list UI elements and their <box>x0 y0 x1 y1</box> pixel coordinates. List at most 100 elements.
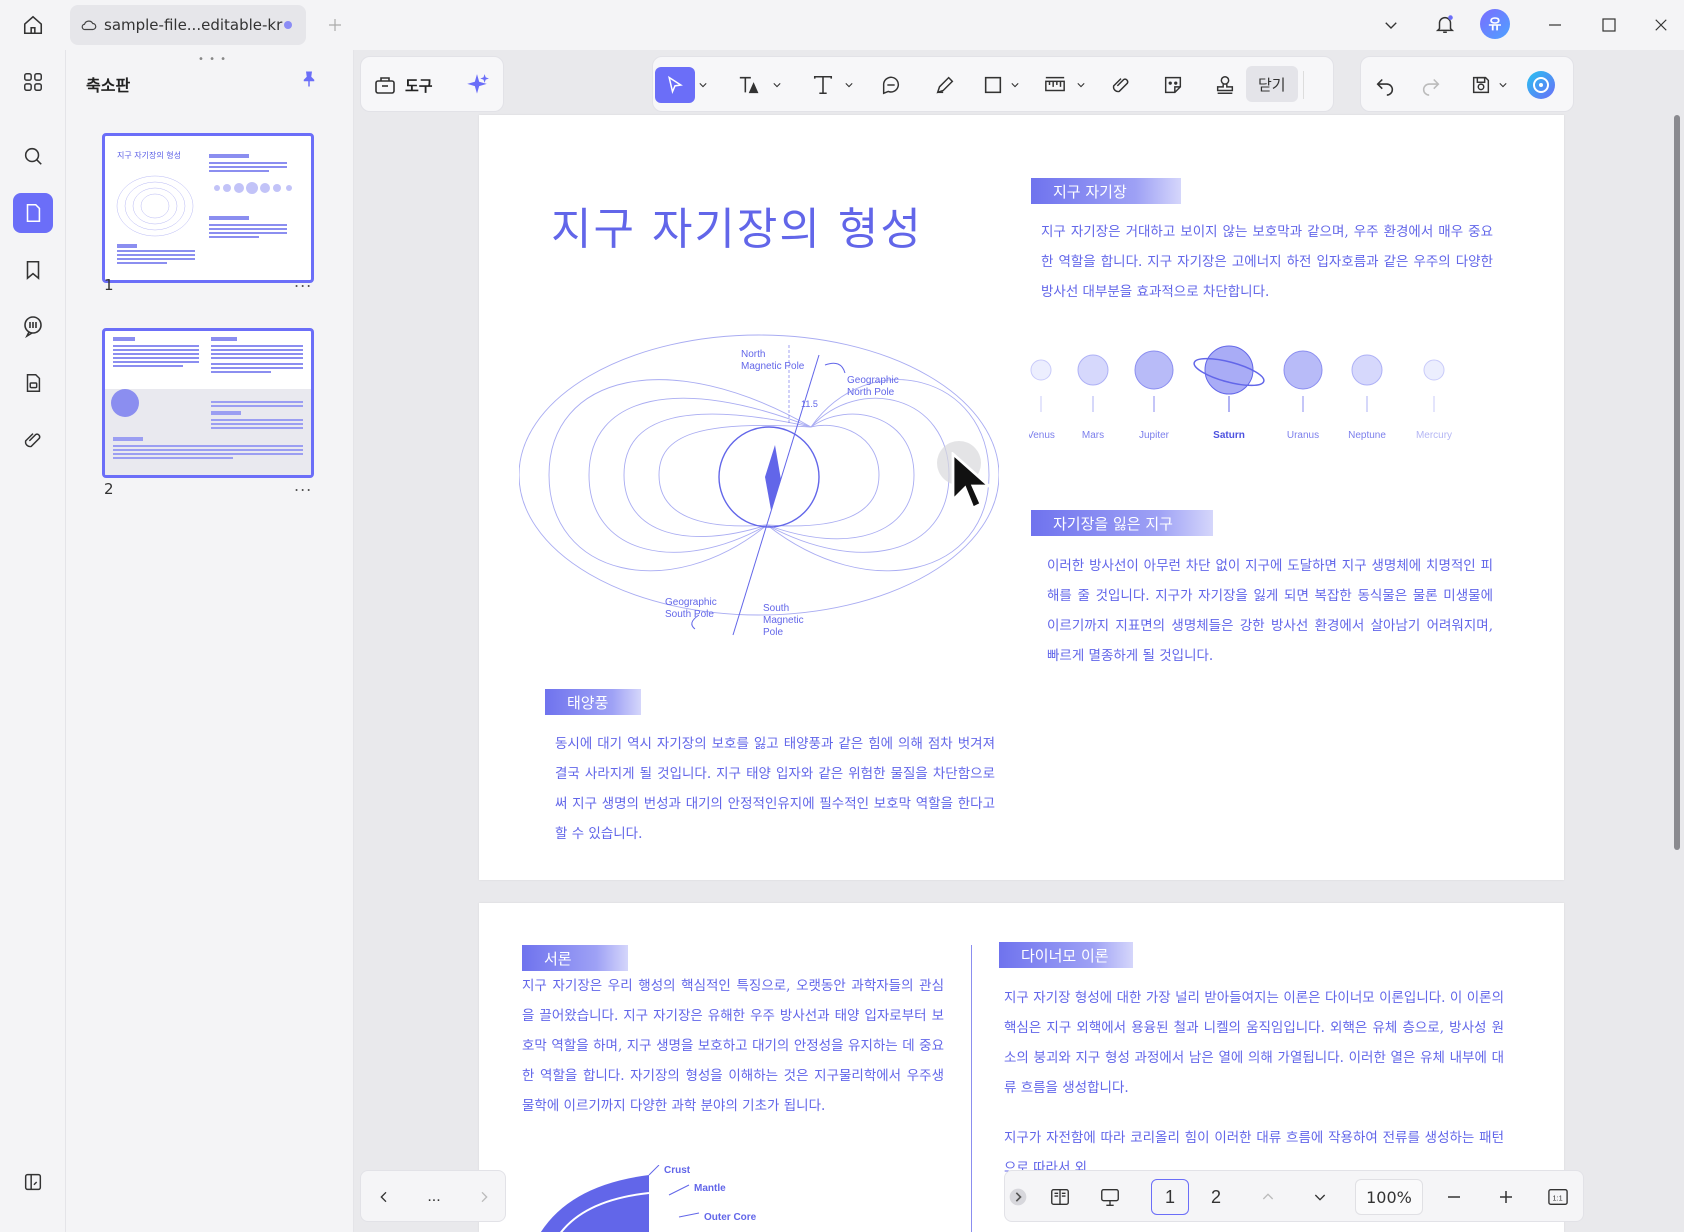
diagram-label: Pole <box>763 627 783 638</box>
planet-neptune <box>1351 354 1383 412</box>
diagram-label: South <box>763 603 789 614</box>
diagram-label: Geographic <box>847 375 899 386</box>
sidebar-toggle-icon[interactable] <box>13 1162 53 1202</box>
thumbnails-icon[interactable] <box>13 193 53 233</box>
diagram-label: Geographic <box>665 597 717 608</box>
page-title: 지구 자기장의 형성 <box>551 204 923 255</box>
section-body: 동시에 대기 역시 자기장의 보호를 잃고 태양풍과 같은 힘에 의해 점차 벗… <box>555 736 995 842</box>
vertical-scrollbar[interactable] <box>1674 115 1680 850</box>
page-layout-icon[interactable] <box>1041 1179 1079 1215</box>
section-body: 이러한 방사선이 아무런 차단 없이 지구에 도달하면 지구 생명체에 치명적인… <box>1047 558 1493 664</box>
sticker-tool-icon[interactable] <box>1153 67 1193 103</box>
title-bar: sample-file...editable-kr 유 <box>0 0 1684 50</box>
pen-tool-icon[interactable] <box>925 67 965 103</box>
text-chevron-icon[interactable] <box>845 81 853 89</box>
attachment-page-icon[interactable] <box>13 363 53 403</box>
zoom-level[interactable]: 100% <box>1355 1179 1423 1215</box>
stamp-tool-icon[interactable] <box>1205 67 1245 103</box>
document-workspace: 도구 닫기 지구 자기장의 형성 지구 자기장 지구 자기장은 거대하고 보이지… <box>354 50 1684 1232</box>
zoom-out-icon[interactable] <box>1435 1179 1473 1215</box>
diagram-label: Magnetic <box>763 615 804 626</box>
collapse-icon[interactable] <box>1005 1179 1031 1215</box>
toolbox-icon <box>375 77 395 94</box>
previous-page-icon[interactable] <box>365 1179 403 1215</box>
diagram-label: North <box>741 349 765 360</box>
measure-tool-icon[interactable] <box>1035 67 1075 103</box>
tools-group: 도구 <box>360 56 504 112</box>
avatar[interactable]: 유 <box>1480 9 1510 39</box>
text-tool-icon[interactable] <box>803 67 843 103</box>
text-highlight-tool-icon[interactable] <box>729 67 769 103</box>
ai-assistant-icon[interactable] <box>1521 67 1561 103</box>
page-thumbnail-1[interactable]: 지구 자기장의 형성 <box>102 133 314 283</box>
new-tab-icon[interactable] <box>322 12 348 38</box>
close-window-icon[interactable] <box>1644 10 1678 40</box>
rectangle-tool-icon[interactable] <box>973 67 1013 103</box>
diagram-label: North Pole <box>847 387 895 398</box>
next-page-icon[interactable] <box>465 1179 503 1215</box>
search-icon[interactable] <box>13 136 53 176</box>
measure-chevron-icon[interactable] <box>1077 81 1085 89</box>
zoom-in-icon[interactable] <box>1487 1179 1525 1215</box>
diagram-angle: 11.5 <box>801 399 818 409</box>
column-divider <box>971 945 972 1232</box>
svg-text:지구 자기장의 형성: 지구 자기장의 형성 <box>117 150 181 160</box>
section-body: 지구 자기장은 거대하고 보이지 않는 보호막과 같으며, 우주 환경에서 매우… <box>1041 224 1493 300</box>
presentation-icon[interactable] <box>1091 1179 1129 1215</box>
undo-icon[interactable] <box>1365 67 1405 103</box>
planet-label: Mercury <box>1416 430 1452 441</box>
view-controls-bar: 1 2 100% 1:1 <box>1004 1170 1584 1222</box>
planet-mercury <box>1423 359 1445 412</box>
planet-label: Uranus <box>1287 430 1319 441</box>
home-icon[interactable] <box>18 10 48 40</box>
save-icon[interactable] <box>1461 67 1501 103</box>
planet-mars <box>1077 354 1109 412</box>
diagram-label: South Pole <box>665 609 714 620</box>
tools-button[interactable]: 도구 <box>373 69 433 101</box>
select-chevron-icon[interactable] <box>699 81 707 89</box>
close-toolbar-button[interactable]: 닫기 <box>1246 66 1298 102</box>
panel-drag-handle[interactable]: • • • <box>198 54 227 65</box>
page-thumbnail-2[interactable] <box>102 328 314 478</box>
section-heading: 자기장을 잃은 지구 <box>1031 510 1213 536</box>
apps-grid-icon[interactable] <box>13 62 53 102</box>
section-heading: 서론 <box>522 945 628 971</box>
earth-layers-diagram: Crust Mantle Outer Core <box>540 1165 757 1232</box>
text-highlight-chevron-icon[interactable] <box>773 81 781 89</box>
scroll-down-icon[interactable] <box>1301 1179 1339 1215</box>
paperclip-icon[interactable] <box>13 420 53 460</box>
magnetic-field-diagram: North Magnetic Pole Geographic North Pol… <box>519 334 999 638</box>
annotation-toolbar <box>652 56 1334 112</box>
tab-title: sample-file...editable-kr <box>104 16 283 34</box>
thumbnail-more-button[interactable]: ... <box>294 272 312 291</box>
planet-label: Mars <box>1082 430 1104 441</box>
comment-tool-icon[interactable] <box>871 67 911 103</box>
thumbnail-more-button[interactable]: ... <box>294 476 312 495</box>
redo-icon[interactable] <box>1411 67 1451 103</box>
shape-chevron-icon[interactable] <box>1011 81 1019 89</box>
avatar-initial: 유 <box>1480 9 1510 39</box>
page-button-2[interactable]: 2 <box>1197 1179 1235 1215</box>
cloud-icon <box>81 20 97 31</box>
comment-icon[interactable] <box>13 306 53 346</box>
planet-label: Jupiter <box>1139 430 1170 441</box>
scroll-up-icon[interactable] <box>1249 1179 1287 1215</box>
select-tool-icon[interactable] <box>655 67 695 103</box>
attach-tool-icon[interactable] <box>1101 67 1141 103</box>
save-chevron-icon[interactable] <box>1499 81 1507 89</box>
chevron-down-icon[interactable] <box>1378 12 1404 38</box>
actual-size-icon[interactable]: 1:1 <box>1539 1179 1577 1215</box>
ai-sparkle-icon[interactable] <box>457 67 497 103</box>
more-button[interactable]: ... <box>415 1179 453 1215</box>
bookmark-icon[interactable] <box>13 250 53 290</box>
pin-icon[interactable] <box>296 66 322 92</box>
document-tab[interactable]: sample-file...editable-kr <box>70 5 306 45</box>
planet-label: Venus <box>1029 430 1055 441</box>
page-button-1[interactable]: 1 <box>1151 1179 1189 1215</box>
planet-jupiter <box>1134 350 1174 412</box>
page-nav-bar: ... <box>360 1170 506 1222</box>
thumbnail-page-number: 2 <box>104 480 114 498</box>
minimize-icon[interactable] <box>1538 10 1572 40</box>
maximize-icon[interactable] <box>1592 10 1626 40</box>
bell-icon[interactable] <box>1430 9 1460 39</box>
